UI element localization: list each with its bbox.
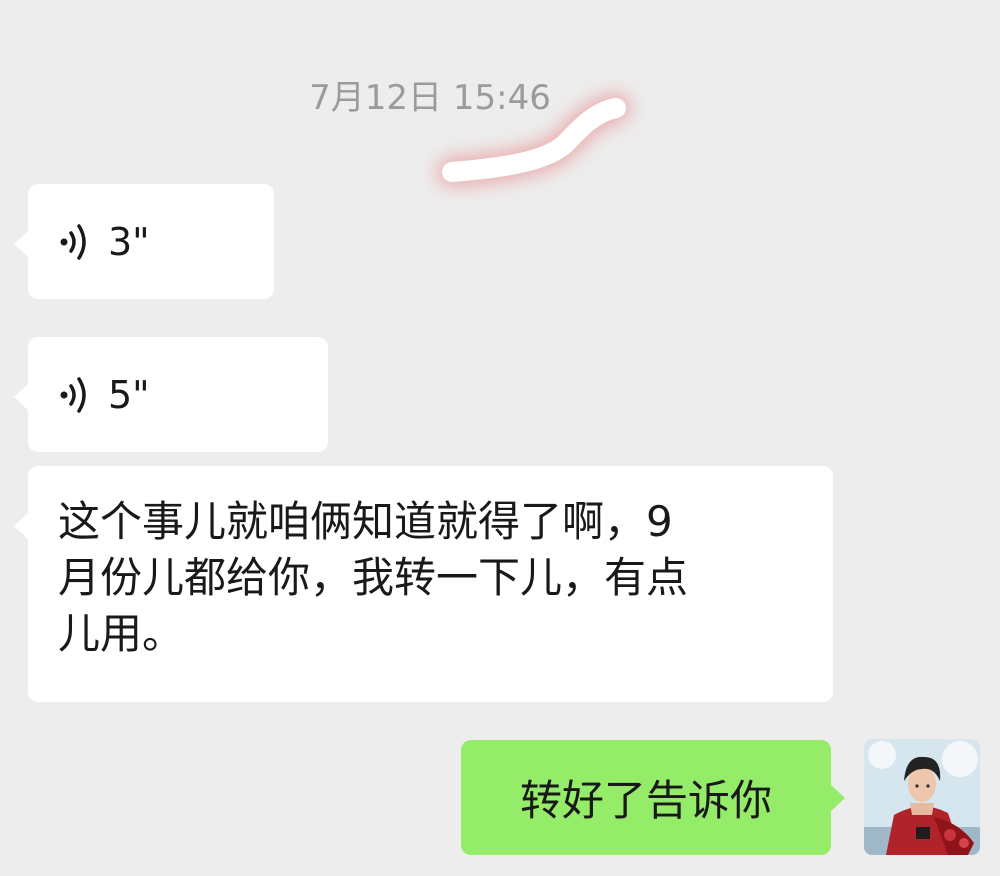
voice-message[interactable]: 5" bbox=[14, 337, 328, 452]
voice-wave-icon bbox=[60, 376, 86, 413]
message-line: 这个事儿就咱俩知道就得了啊，9 bbox=[58, 497, 673, 546]
message-line: 月份儿都给你，我转一下儿，有点 bbox=[58, 553, 689, 602]
voice-message[interactable]: 3" bbox=[14, 184, 274, 299]
voice-wave-icon bbox=[60, 223, 86, 260]
message-line: 儿用。 bbox=[58, 609, 185, 658]
text-message[interactable]: 这个事儿就咱俩知道就得了啊，9 月份儿都给你，我转一下儿，有点 儿用。 bbox=[14, 466, 833, 702]
user-avatar[interactable] bbox=[864, 739, 980, 855]
message-text: 转好了告诉你 bbox=[519, 776, 772, 825]
outgoing-message[interactable]: 转好了告诉你 bbox=[461, 740, 845, 855]
voice-duration: 5" bbox=[108, 372, 150, 417]
avatar-image bbox=[864, 739, 980, 855]
chat-timestamp: 7月12日 15:46 bbox=[309, 78, 551, 118]
voice-duration: 3" bbox=[108, 219, 150, 264]
